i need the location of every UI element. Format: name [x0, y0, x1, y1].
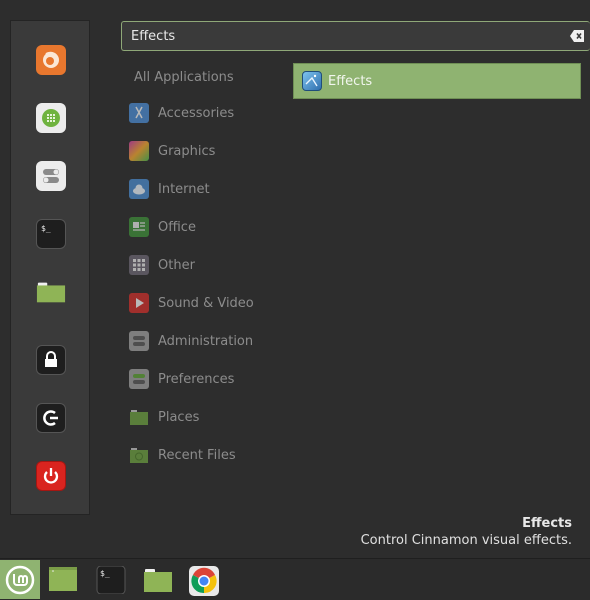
category-label: Graphics	[158, 143, 216, 159]
search-box	[121, 21, 590, 51]
office-icon	[129, 217, 149, 237]
graphics-icon	[129, 141, 149, 161]
show-desktop-icon	[49, 567, 77, 591]
folder-icon	[144, 569, 172, 592]
category-preferences[interactable]: Preferences	[127, 365, 287, 393]
firefox-icon	[43, 51, 59, 68]
power-icon	[43, 468, 59, 484]
favorite-terminal[interactable]: $_	[36, 219, 66, 249]
accessories-icon	[129, 103, 149, 123]
app-description-title: Effects	[522, 516, 572, 531]
category-label: Sound & Video	[158, 295, 254, 311]
category-sound-video[interactable]: Sound & Video	[127, 289, 287, 317]
places-icon	[129, 407, 149, 427]
category-label: Office	[158, 219, 196, 235]
menu-button[interactable]	[0, 560, 40, 599]
taskbar-chrome[interactable]	[189, 566, 219, 600]
favorite-system-settings[interactable]	[36, 161, 66, 191]
search-result-label: Effects	[328, 73, 373, 89]
mint-logo-icon	[5, 565, 35, 594]
svg-text:$_: $_	[100, 569, 110, 578]
favorite-firefox[interactable]	[36, 45, 66, 75]
preferences-icon	[129, 369, 149, 389]
category-label: Other	[158, 257, 195, 273]
category-label: Recent Files	[158, 447, 236, 463]
favorite-software-manager[interactable]	[36, 103, 66, 133]
recent-files-icon	[129, 445, 149, 465]
favorite-files[interactable]	[36, 277, 66, 307]
favorite-lock-screen[interactable]	[36, 345, 66, 375]
folder-icon	[36, 282, 66, 303]
category-graphics[interactable]: Graphics	[127, 137, 287, 165]
favorite-logout[interactable]	[36, 403, 66, 433]
chrome-icon	[189, 566, 219, 596]
category-accessories[interactable]: Accessories	[127, 99, 287, 127]
svg-text:$_: $_	[41, 224, 51, 233]
terminal-icon: $_	[96, 565, 126, 595]
category-recent-files[interactable]: Recent Files	[127, 441, 287, 469]
category-label: Internet	[158, 181, 210, 197]
system-settings-icon	[43, 169, 59, 183]
lock-icon	[45, 351, 57, 367]
category-other[interactable]: Other	[127, 251, 287, 279]
sound-video-icon	[129, 293, 149, 313]
category-office[interactable]: Office	[127, 213, 287, 241]
category-label: Places	[158, 409, 200, 425]
category-all-applications[interactable]: All Applications	[134, 70, 234, 85]
category-internet[interactable]: Internet	[127, 175, 287, 203]
administration-icon	[129, 331, 149, 351]
taskbar-show-desktop[interactable]	[48, 566, 78, 596]
category-label: Administration	[158, 333, 254, 349]
logout-icon	[43, 410, 58, 426]
clear-search-icon[interactable]	[570, 30, 584, 42]
software-manager-icon	[42, 109, 60, 127]
other-icon	[129, 255, 149, 275]
app-description-text: Control Cinnamon visual effects.	[360, 533, 572, 548]
taskbar-panel: $_	[0, 558, 590, 600]
search-result-effects[interactable]: Effects	[293, 63, 581, 99]
internet-icon	[129, 179, 149, 199]
category-label: Accessories	[158, 105, 235, 121]
effects-icon	[302, 71, 322, 91]
taskbar-files[interactable]	[143, 566, 173, 598]
favorite-quit[interactable]	[36, 461, 66, 491]
application-menu: $_ Effects All Applications Accessories …	[0, 0, 590, 558]
favorites-sidebar: $_	[10, 20, 90, 515]
terminal-icon: $_	[41, 224, 51, 233]
taskbar-terminal[interactable]: $_	[96, 565, 126, 598]
category-places[interactable]: Places	[127, 403, 287, 431]
category-label: Preferences	[158, 371, 235, 387]
category-administration[interactable]: Administration	[127, 327, 287, 355]
search-input[interactable]	[131, 22, 561, 50]
